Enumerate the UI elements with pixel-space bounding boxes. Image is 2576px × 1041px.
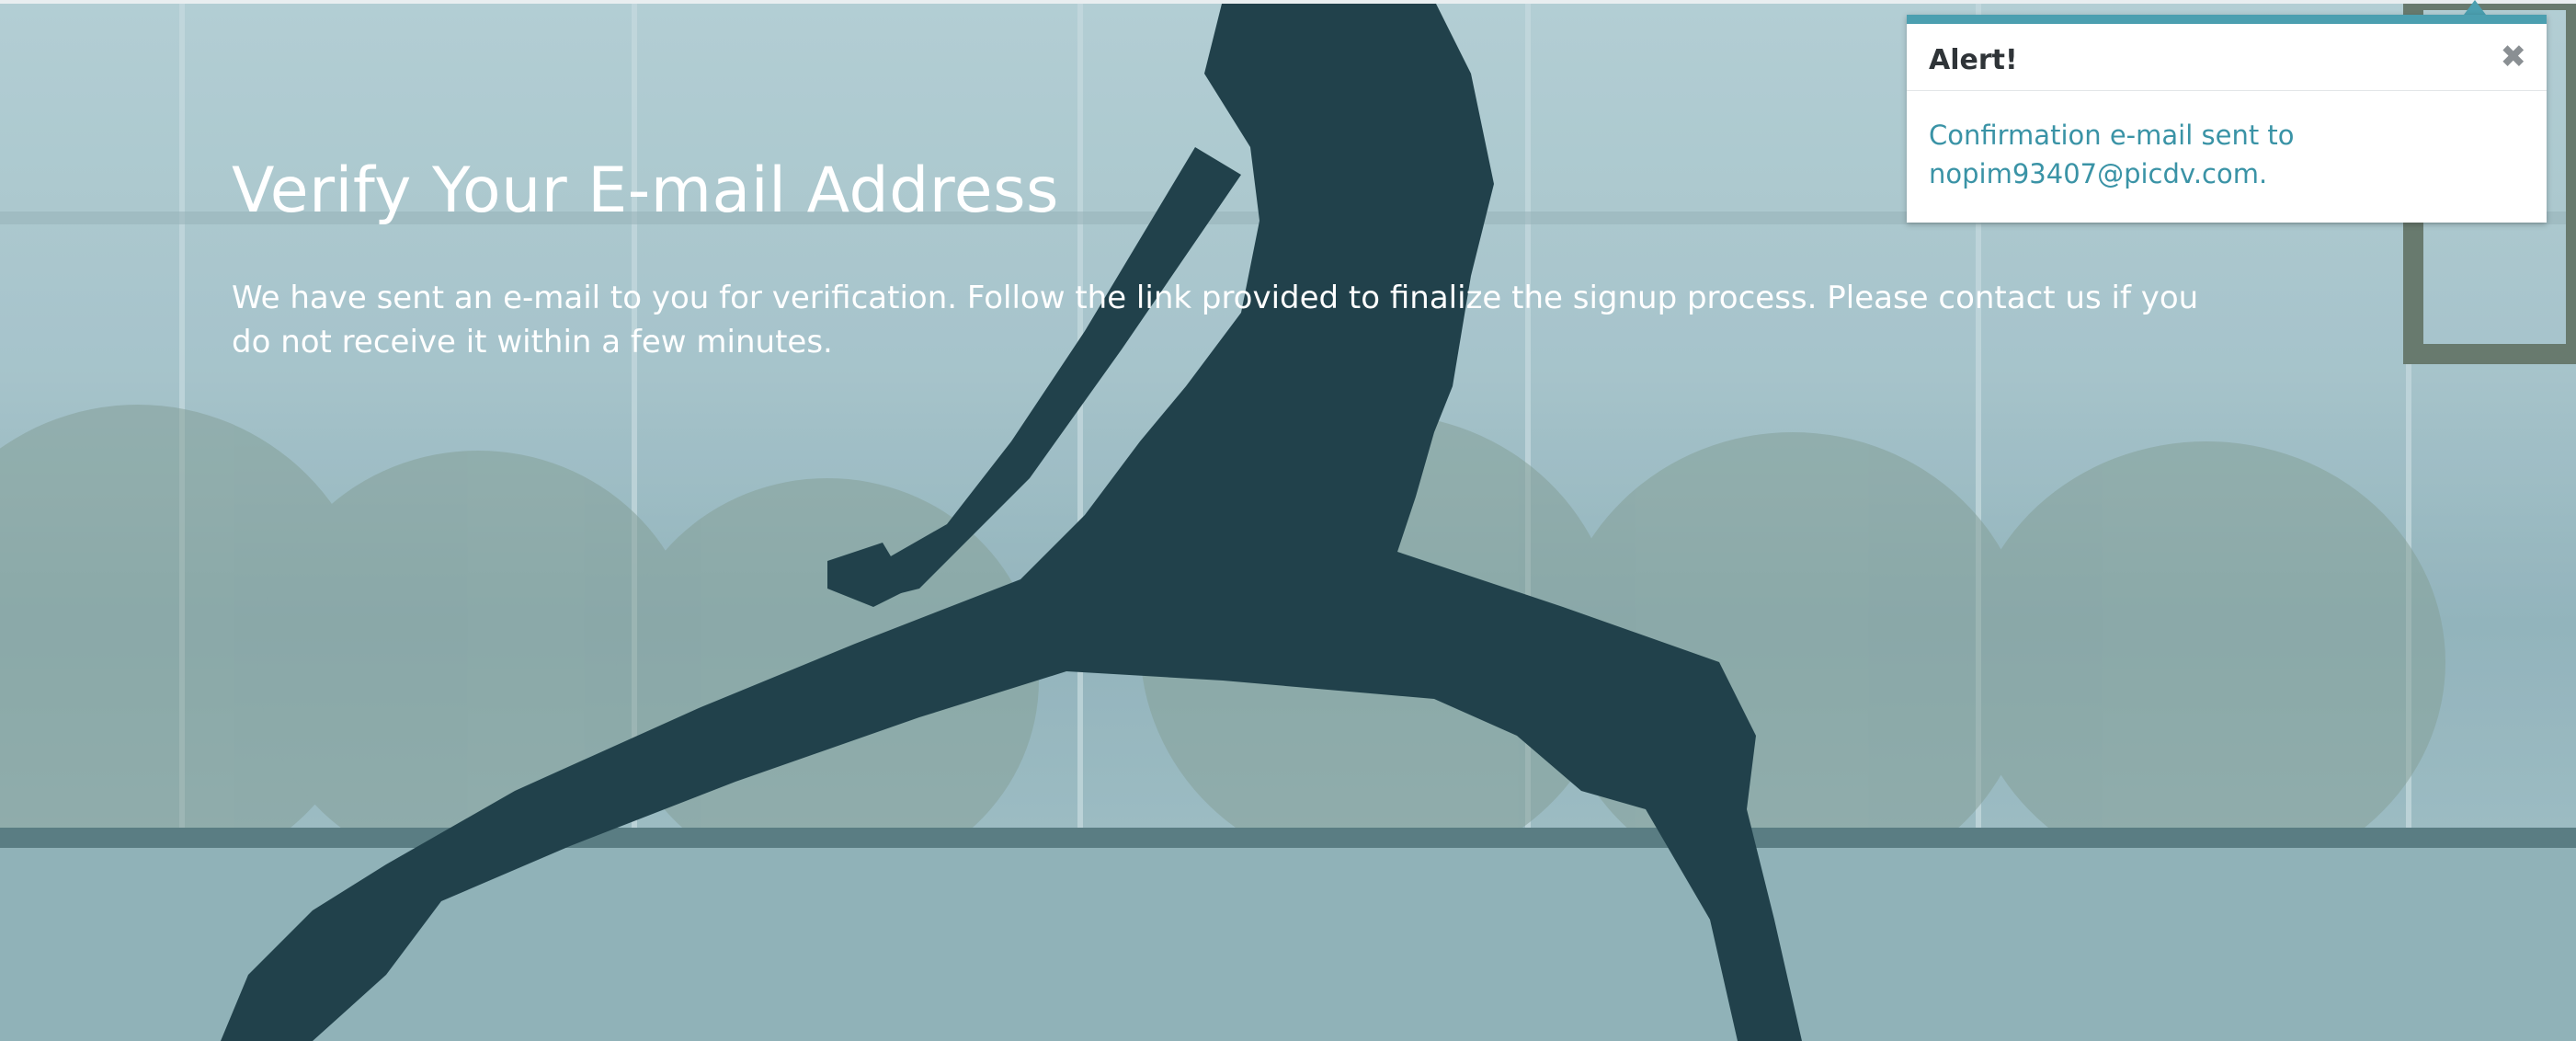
alert-header: Alert! ✖ [1907, 24, 2547, 91]
alert-message: Confirmation e-mail sent to nopim93407@p… [1929, 120, 2295, 189]
alert-popup: Alert! ✖ Confirmation e-mail sent to nop… [1907, 15, 2547, 223]
close-icon[interactable]: ✖ [2501, 39, 2527, 75]
top-border [0, 0, 2576, 4]
alert-pointer [2464, 0, 2486, 15]
alert-title: Alert! [1929, 44, 2018, 76]
verification-message: We have sent an e-mail to you for verifi… [232, 280, 2199, 360]
page-title: Verify Your E-mail Address [232, 154, 1059, 227]
